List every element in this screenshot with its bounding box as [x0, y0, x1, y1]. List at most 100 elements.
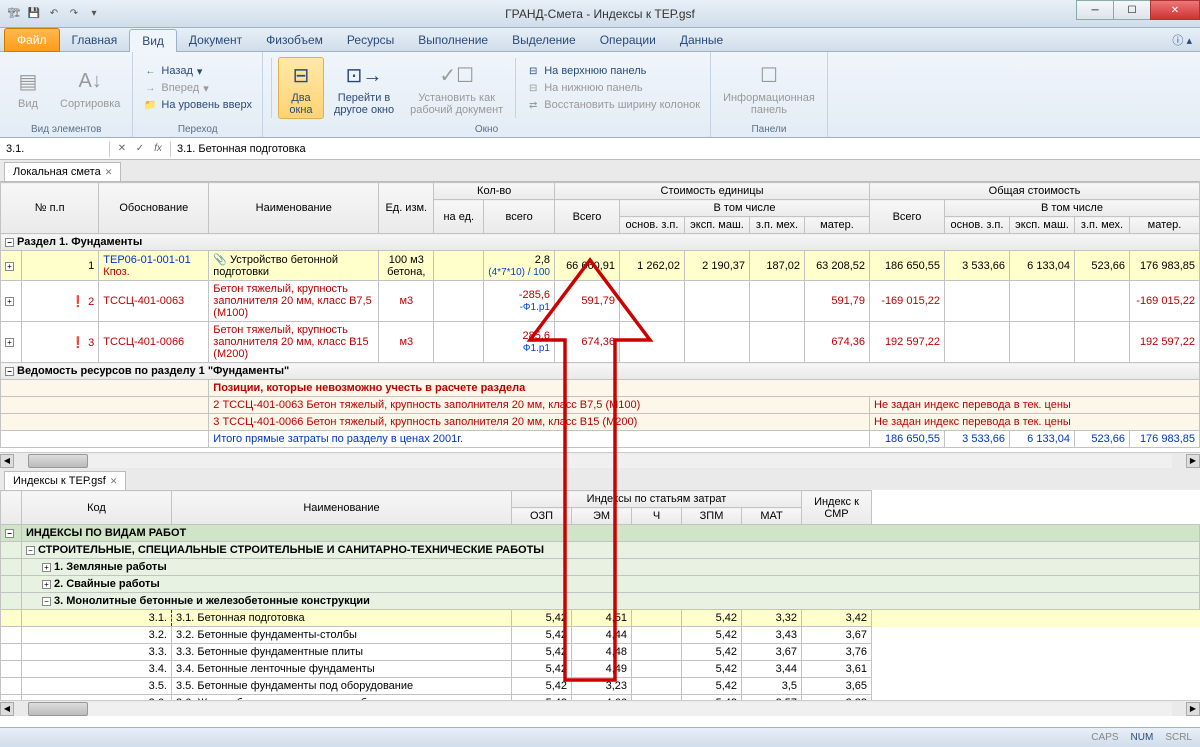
quick-access-toolbar: 🏗 💾 ↶ ↷ ▾: [0, 6, 108, 22]
two-windows-button[interactable]: ⊟ Два окна: [278, 57, 324, 119]
table-row[interactable]: + ❗ 3 ТССЦ-401-0066 Бетон тяжелый, крупн…: [1, 322, 1200, 363]
qat-dropdown-icon[interactable]: ▾: [86, 6, 102, 22]
scroll-thumb[interactable]: [28, 454, 88, 468]
document-tabs: Локальная смета ✕: [0, 160, 1200, 182]
scroll-right-icon[interactable]: ▶: [1186, 454, 1200, 468]
up-icon: 📁: [143, 98, 157, 112]
tab-resources[interactable]: Ресурсы: [335, 29, 406, 51]
table-row[interactable]: + ❗ 2 ТССЦ-401-0063 Бетон тяжелый, крупн…: [1, 281, 1200, 322]
cancel-icon[interactable]: ✕: [114, 141, 130, 157]
tree-cat[interactable]: −СТРОИТЕЛЬНЫЕ, СПЕЦИАЛЬНЫЕ СТРОИТЕЛЬНЫЕ …: [1, 542, 1200, 559]
tab-file[interactable]: Файл: [4, 28, 60, 52]
tab-execution[interactable]: Выполнение: [406, 29, 500, 51]
window-title: ГРАНД-Смета - Индексы к ТЕР.gsf: [505, 7, 695, 21]
top-panel-button[interactable]: ⊟На верхнюю панель: [522, 63, 704, 79]
redo-icon[interactable]: ↷: [66, 6, 82, 22]
col-obsh[interactable]: Общая стоимость: [870, 183, 1200, 200]
status-bar: CAPS NUM SCRL: [0, 727, 1200, 747]
tab-phys[interactable]: Физобъем: [254, 29, 335, 51]
save-icon[interactable]: 💾: [26, 6, 42, 22]
back-button[interactable]: ←Назад ▾: [139, 63, 256, 79]
restore-cols-button[interactable]: ⇄Восстановить ширину колонок: [522, 97, 704, 113]
undo-icon[interactable]: ↶: [46, 6, 62, 22]
col-ed[interactable]: Ед. изм.: [379, 183, 434, 234]
tab-operations[interactable]: Операции: [588, 29, 668, 51]
bottom-tabs: Индексы к ТЕР.gsf ✕: [0, 468, 1200, 490]
expand-icon[interactable]: +: [5, 338, 14, 347]
index-row[interactable]: 3.5.3.5. Бетонные фундаменты под оборудо…: [1, 678, 1200, 695]
tab-document[interactable]: Документ: [177, 29, 254, 51]
bottom-tab-indices[interactable]: Индексы к ТЕР.gsf ✕: [4, 471, 126, 490]
tree-item[interactable]: +1. Земляные работы: [1, 559, 1200, 576]
tree-root[interactable]: −ИНДЕКСЫ ПО ВИДАМ РАБОТ: [1, 525, 1200, 542]
ribbon-group-panels: ☐ Информационная панель Панели: [711, 52, 828, 137]
info-row: Позиции, которые невозможно учесть в рас…: [1, 380, 1200, 397]
scroll-right-icon[interactable]: ▶: [1186, 702, 1200, 716]
goto-window-button[interactable]: ⊡→ Перейти в другое окно: [328, 58, 400, 118]
top-panel-icon: ⊟: [526, 64, 540, 78]
fx-icon[interactable]: fx: [150, 141, 166, 157]
view-icon: ▤: [12, 66, 44, 98]
scroll-thumb[interactable]: [28, 702, 88, 716]
tab-view[interactable]: Вид: [129, 29, 177, 52]
ribbon-tabs: Файл Главная Вид Документ Физобъем Ресур…: [0, 28, 1200, 52]
window-buttons: ─ ☐ ✕: [1077, 0, 1200, 20]
col-obos[interactable]: Обоснование: [99, 183, 209, 234]
section-row[interactable]: −Раздел 1. Фундаменты: [1, 234, 1200, 251]
sort-button[interactable]: A↓ Сортировка: [54, 64, 126, 112]
scroll-left-icon[interactable]: ◀: [0, 454, 14, 468]
info-row: 2 ТССЦ-401-0063 Бетон тяжелый, крупность…: [1, 397, 1200, 414]
info-panel-icon: ☐: [753, 60, 785, 92]
view-button[interactable]: ▤ Вид: [6, 64, 50, 112]
ribbon: ▤ Вид A↓ Сортировка Вид элементов ←Назад…: [0, 52, 1200, 138]
index-row[interactable]: 3.4.3.4. Бетонные ленточные фундаменты5,…: [1, 661, 1200, 678]
app-icon: 🏗: [6, 6, 22, 22]
index-grid[interactable]: Код Наименование Индексы по статьям затр…: [0, 490, 1200, 700]
up-button[interactable]: 📁На уровень вверх: [139, 97, 256, 113]
scrl-indicator: SCRL: [1165, 732, 1192, 743]
total-row: Итого прямые затраты по разделу в ценах …: [1, 431, 1200, 448]
col-kolvo[interactable]: Кол-во: [434, 183, 555, 200]
cell-ref[interactable]: 3.1.: [0, 141, 110, 157]
section-row[interactable]: −Ведомость ресурсов по разделу 1 "Фундам…: [1, 363, 1200, 380]
tree-item[interactable]: +2. Свайные работы: [1, 576, 1200, 593]
minimize-button[interactable]: ─: [1076, 0, 1114, 20]
col-npp[interactable]: № п.п: [1, 183, 99, 234]
forward-button[interactable]: →Вперед ▾: [139, 80, 256, 96]
formula-input[interactable]: 3.1. Бетонная подготовка: [171, 141, 1200, 157]
tree-item[interactable]: −3. Монолитные бетонные и железобетонные…: [1, 593, 1200, 610]
formula-bar: 3.1. ✕ ✓ fx 3.1. Бетонная подготовка: [0, 138, 1200, 160]
table-row[interactable]: + 1 ТЕР06-01-001-01Кпоз. 📎 Устройство бе…: [1, 251, 1200, 281]
index-row[interactable]: 3.2.3.2. Бетонные фундаменты-столбы5,424…: [1, 627, 1200, 644]
col-stoim-ed[interactable]: Стоимость единицы: [555, 183, 870, 200]
set-work-button[interactable]: ✓☐ Установить как рабочий документ: [404, 58, 509, 118]
set-work-icon: ✓☐: [441, 60, 473, 92]
index-row[interactable]: 3.3.3.3. Бетонные фундаментные плиты5,42…: [1, 644, 1200, 661]
top-grid-wrap: № п.п Обоснование Наименование Ед. изм. …: [0, 182, 1200, 452]
accept-icon[interactable]: ✓: [132, 141, 148, 157]
expand-icon[interactable]: +: [5, 262, 14, 271]
goto-icon: ⊡→: [348, 60, 380, 92]
ribbon-group-elements: ▤ Вид A↓ Сортировка Вид элементов: [0, 52, 133, 137]
index-row[interactable]: 3.1.3.1. Бетонная подготовка5,424,515,42…: [1, 610, 1200, 627]
expand-icon[interactable]: +: [5, 297, 14, 306]
col-name[interactable]: Наименование: [209, 183, 379, 234]
bottom-panel-button[interactable]: ⊟На нижнюю панель: [522, 80, 704, 96]
tab-data[interactable]: Данные: [668, 29, 735, 51]
ribbon-group-nav: ←Назад ▾ →Вперед ▾ 📁На уровень вверх Пер…: [133, 52, 263, 137]
bottom-hscroll[interactable]: ◀ ▶: [0, 700, 1200, 716]
close-button[interactable]: ✕: [1150, 0, 1200, 20]
doc-tab-local[interactable]: Локальная смета ✕: [4, 162, 121, 181]
tab-selection[interactable]: Выделение: [500, 29, 588, 51]
close-tab-icon[interactable]: ✕: [110, 476, 118, 487]
collapse-icon[interactable]: −: [5, 367, 14, 376]
close-tab-icon[interactable]: ✕: [105, 167, 113, 178]
top-hscroll[interactable]: ◀ ▶: [0, 452, 1200, 468]
collapse-icon[interactable]: −: [5, 238, 14, 247]
maximize-button[interactable]: ☐: [1113, 0, 1151, 20]
info-panel-button[interactable]: ☐ Информационная панель: [717, 58, 821, 118]
help-icon[interactable]: ⓘ ▴: [1172, 32, 1192, 48]
tab-main[interactable]: Главная: [60, 29, 130, 51]
scroll-left-icon[interactable]: ◀: [0, 702, 14, 716]
estimate-grid[interactable]: № п.п Обоснование Наименование Ед. изм. …: [0, 182, 1200, 448]
